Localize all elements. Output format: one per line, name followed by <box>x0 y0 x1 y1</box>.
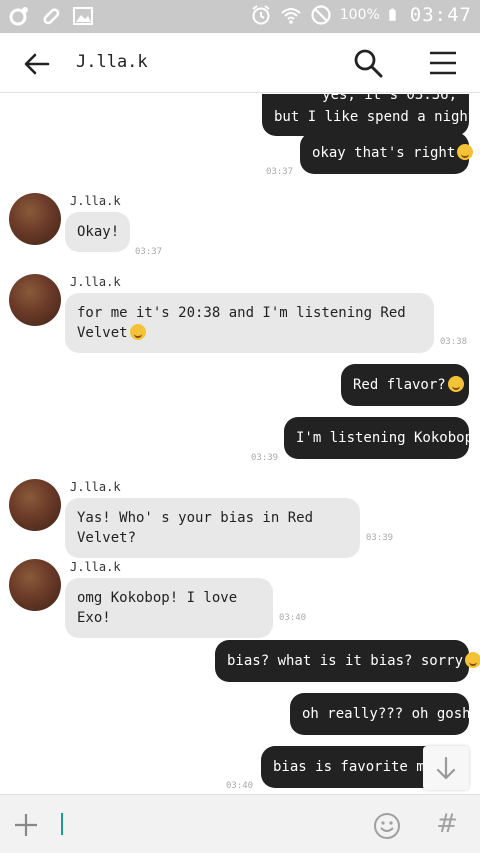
link-icon <box>43 8 60 25</box>
message-out[interactable]: oh really??? oh gosh!! <box>290 693 480 735</box>
message-time: 03:37 <box>135 247 163 257</box>
message-out[interactable]: I'm listening Kokobop! <box>284 417 480 459</box>
image-icon <box>73 7 93 25</box>
battery-percent: 100% <box>339 7 380 23</box>
arrow-left-icon[interactable] <box>22 49 52 79</box>
chat-title: J.lla.k <box>76 52 148 72</box>
sender-name: J.lla.k <box>70 275 121 289</box>
sender-name: J.lla.k <box>70 194 121 208</box>
hamburger-menu-icon[interactable] <box>428 49 458 77</box>
battery-icon <box>389 8 396 21</box>
text-caret <box>61 813 63 835</box>
search-icon[interactable] <box>352 47 384 79</box>
message-time: 03:40 <box>226 781 254 791</box>
sender-name: J.lla.k <box>70 560 121 574</box>
message-out[interactable]: bias? what is it bias? sorry <box>215 640 480 682</box>
message-text: for me it's 20:38 and I'm listening Red … <box>77 305 406 341</box>
message-text: I'm listening Kokobop! <box>296 430 480 446</box>
chat-area[interactable]: yes, it's 03:36, but I like spend a nigh… <box>0 94 480 794</box>
message-in[interactable]: Yas! Who' s your bias in Red Velvet? <box>65 498 360 558</box>
avatar[interactable] <box>9 559 61 611</box>
avatar[interactable] <box>9 193 61 245</box>
avatar[interactable] <box>9 274 61 326</box>
laughing-emoji-icon <box>129 324 146 340</box>
message-text: yes, it's 03:36, <box>322 94 457 103</box>
wifi-icon <box>281 8 301 24</box>
message-text: oh really??? oh gosh!! <box>302 706 480 722</box>
smiley-icon[interactable] <box>372 811 402 841</box>
settings-icon <box>9 7 28 26</box>
message-text: okay that's right <box>312 145 456 161</box>
smirk-emoji-icon <box>447 376 464 392</box>
message-out[interactable]: yes, it's 03:36, but I like spend a nigh… <box>262 94 480 136</box>
message-time: 03:39 <box>366 533 394 543</box>
status-right-icons: 100% 03:47 <box>250 4 472 26</box>
alarm-icon <box>252 5 270 25</box>
message-input[interactable] <box>56 809 356 839</box>
status-time: 03:47 <box>409 4 472 26</box>
laughing-emoji-icon <box>465 652 480 668</box>
message-out[interactable]: okay that's right <box>300 132 474 174</box>
status-bar: 100% 03:47 <box>0 0 480 33</box>
message-text: Red flavor? <box>353 377 446 393</box>
do-not-disturb-icon <box>311 5 331 25</box>
message-text: Yas! Who' s your bias in Red Velvet? <box>77 510 314 546</box>
message-out[interactable]: Red flavor? <box>341 364 469 406</box>
message-in[interactable]: Okay! <box>65 212 130 252</box>
message-text: but I like spend a night! <box>274 109 480 125</box>
message-time: 03:37 <box>266 167 294 177</box>
scroll-down-button[interactable] <box>423 746 469 790</box>
status-left-icons <box>8 5 94 27</box>
message-time: 03:39 <box>251 453 279 463</box>
arrow-down-icon <box>436 756 456 780</box>
message-time: 03:40 <box>279 613 307 623</box>
chat-header: J.lla.k <box>0 33 480 93</box>
message-in[interactable]: for me it's 20:38 and I'm listening Red … <box>65 293 434 353</box>
sender-name: J.lla.k <box>70 480 121 494</box>
message-in[interactable]: omg Kokobop! I love Exo! <box>65 578 273 638</box>
message-time: 03:38 <box>440 337 468 347</box>
hashtag-icon[interactable]: # <box>432 809 462 839</box>
plus-icon[interactable] <box>13 812 39 838</box>
message-text: Okay! <box>77 224 120 240</box>
message-text: bias? what is it bias? sorry <box>227 653 464 669</box>
message-input-bar: # <box>0 794 480 853</box>
message-text: omg Kokobop! I love Exo! <box>77 590 238 626</box>
smirk-emoji-icon <box>457 144 474 160</box>
message-text: bias is favorite mem <box>273 759 442 775</box>
avatar[interactable] <box>9 479 61 531</box>
